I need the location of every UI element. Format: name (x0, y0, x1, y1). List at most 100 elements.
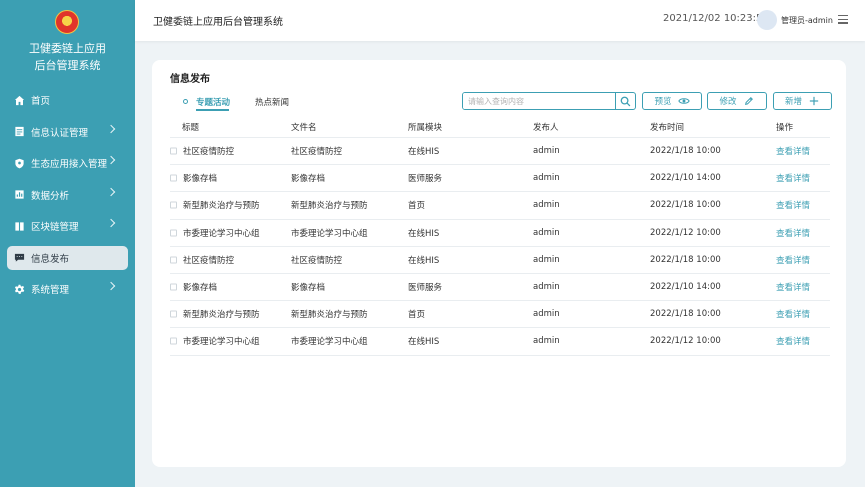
row-checkbox[interactable] (170, 283, 177, 291)
row-module: 医师服务 (408, 174, 443, 185)
view-details-link[interactable]: 查看详情 (776, 227, 810, 239)
row-title: 市委理论学习中心组 (183, 228, 260, 239)
sidebar-item-label: 数据分析 (31, 190, 70, 202)
sidebar-item-eco-app[interactable]: 生态应用接入管理 (7, 151, 128, 175)
row-checkbox[interactable] (170, 310, 177, 318)
eye-icon (677, 98, 690, 104)
chevron-right-icon (106, 218, 116, 228)
table-row[interactable]: 社区疫情防控 社区疫情防控 在线HIS admin 2022/1/18 10:00 查看详… (170, 138, 830, 166)
view-details-link[interactable]: 查看详情 (776, 145, 810, 157)
chevron-right-icon (106, 187, 116, 196)
row-file-name: 影像存档 (291, 283, 326, 294)
sidebar-item-label: 信息认证管理 (31, 127, 89, 139)
row-publisher: admin (533, 282, 560, 293)
row-module: 在线HIS (408, 337, 440, 348)
book-icon (13, 220, 25, 232)
row-file-name: 市委理论学习中心组 (291, 228, 368, 239)
row-module: 在线HIS (408, 228, 440, 239)
view-details-link[interactable]: 查看详情 (776, 308, 810, 320)
app-title-line1: 卫健委链上应用 (29, 42, 106, 55)
card-title: 信息发布 (170, 74, 210, 85)
sidebar-nav: 首页 信息认证管理 生态应用接入管理 数据分析 区块链管理 信息发布 系统管理 (0, 88, 135, 309)
row-file-name: 社区疫情防控 (291, 147, 343, 158)
table-row[interactable]: 影像存档 影像存档 医师服务 admin 2022/1/10 14:00 查看详情 (170, 165, 830, 193)
app-title-line2: 后台管理系统 (34, 59, 101, 72)
column-header: 发布人 (533, 122, 559, 133)
row-checkbox[interactable] (170, 337, 177, 345)
row-checkbox[interactable] (170, 229, 177, 237)
sidebar-item-info-auth[interactable]: 信息认证管理 (7, 120, 128, 144)
chevron-right-icon (106, 124, 116, 133)
row-publisher: admin (533, 173, 560, 184)
view-details-link[interactable]: 查看详情 (776, 281, 810, 293)
preview-label: 预览 (654, 97, 672, 107)
sidebar-item-blockchain[interactable]: 区块链管理 (7, 214, 128, 238)
row-title: 新型肺炎治疗与预防 (183, 201, 260, 212)
table-row[interactable]: 新型肺炎治疗与预防 新型肺炎治疗与预防 首页 admin 2022/1/18 10:00… (170, 192, 830, 220)
row-module: 在线HIS (408, 147, 440, 158)
sidebar-item-home[interactable]: 首页 (7, 88, 128, 112)
row-module: 首页 (408, 201, 426, 212)
row-module: 首页 (408, 310, 426, 321)
sidebar-item-data-analysis[interactable]: 数据分析 (7, 183, 128, 207)
active-tab-dot-icon (183, 98, 188, 104)
row-file-name: 新型肺炎治疗与预防 (291, 310, 368, 321)
row-publish-time: 2022/1/18 10:00 (650, 254, 721, 265)
row-checkbox[interactable] (170, 174, 177, 182)
row-checkbox[interactable] (170, 201, 177, 209)
column-header: 所属模块 (408, 122, 443, 133)
tab-special-events[interactable]: 专题活动 (196, 96, 230, 108)
row-title: 新型肺炎治疗与预防 (183, 310, 260, 321)
table-row[interactable]: 社区疫情防控 社区疫情防控 在线HIS admin 2022/1/18 10:00 查看详… (170, 247, 830, 274)
view-details-link[interactable]: 查看详情 (776, 172, 810, 184)
chart-icon (13, 189, 25, 201)
sidebar-item-label: 信息发布 (31, 253, 70, 265)
view-details-link[interactable]: 查看详情 (776, 254, 810, 266)
view-details-link[interactable]: 查看详情 (776, 335, 810, 347)
row-file-name: 新型肺炎治疗与预防 (291, 201, 368, 212)
column-header: 标题 (182, 122, 200, 133)
row-title: 社区疫情防控 (183, 147, 235, 158)
row-title: 影像存档 (183, 283, 218, 294)
sidebar: 卫健委链上应用 后台管理系统 首页 信息认证管理 生态应用接入管理 数据分析 区… (0, 0, 135, 487)
row-publisher: admin (533, 146, 560, 157)
view-details-link[interactable]: 查看详情 (776, 199, 810, 211)
column-header: 操作 (776, 122, 794, 133)
content-card: 信息发布 专题活动 热点新闻 预览 修改 新增 标题 文件名 所属模块 发布人 … (152, 60, 846, 467)
edit-button[interactable]: 修改 (707, 92, 767, 110)
tab-hot-news[interactable]: 热点新闻 (255, 96, 289, 108)
search-button[interactable] (615, 93, 635, 109)
preview-button[interactable]: 预览 (642, 92, 702, 110)
table-row[interactable]: 市委理论学习中心组 市委理论学习中心组 在线HIS admin 2022/1/12 10… (170, 220, 830, 247)
sidebar-item-label: 区块链管理 (31, 222, 79, 233)
add-label: 新增 (784, 97, 802, 107)
user-name[interactable]: 管理员-admin (781, 15, 833, 26)
avatar[interactable] (757, 10, 777, 30)
search-input[interactable] (463, 93, 615, 109)
row-publish-time: 2022/1/10 14:00 (650, 282, 721, 293)
row-publisher: admin (533, 336, 560, 347)
app-title: 卫健委链上应用 后台管理系统 (0, 40, 135, 74)
table-row[interactable]: 影像存档 影像存档 医师服务 admin 2022/1/10 14:00 查看详情 (170, 274, 830, 302)
row-module: 在线HIS (408, 255, 440, 266)
table-row[interactable]: 新型肺炎治疗与预防 新型肺炎治疗与预防 首页 admin 2022/1/18 10:00… (170, 301, 830, 329)
row-title: 影像存档 (183, 174, 218, 185)
row-publisher: admin (533, 254, 560, 265)
sidebar-item-info-publish[interactable]: 信息发布 (7, 245, 128, 270)
shield-icon (13, 157, 25, 169)
row-file-name: 社区疫情防控 (291, 255, 343, 266)
row-checkbox[interactable] (170, 256, 177, 264)
add-button[interactable]: 新增 (773, 92, 832, 110)
row-publish-time: 2022/1/18 10:00 (650, 309, 721, 320)
row-title: 社区疫情防控 (183, 255, 235, 266)
column-header: 文件名 (291, 122, 317, 133)
gear-icon (13, 283, 25, 295)
edit-label: 修改 (719, 97, 737, 107)
row-checkbox[interactable] (170, 147, 177, 155)
menu-icon[interactable] (838, 15, 848, 24)
table-row[interactable]: 市委理论学习中心组 市委理论学习中心组 在线HIS admin 2022/1/12 10… (170, 328, 830, 356)
column-header: 发布时间 (650, 122, 685, 133)
row-publish-time: 2022/1/12 10:00 (650, 336, 721, 347)
row-publish-time: 2022/1/18 10:00 (650, 200, 721, 211)
sidebar-item-system[interactable]: 系统管理 (7, 277, 128, 301)
